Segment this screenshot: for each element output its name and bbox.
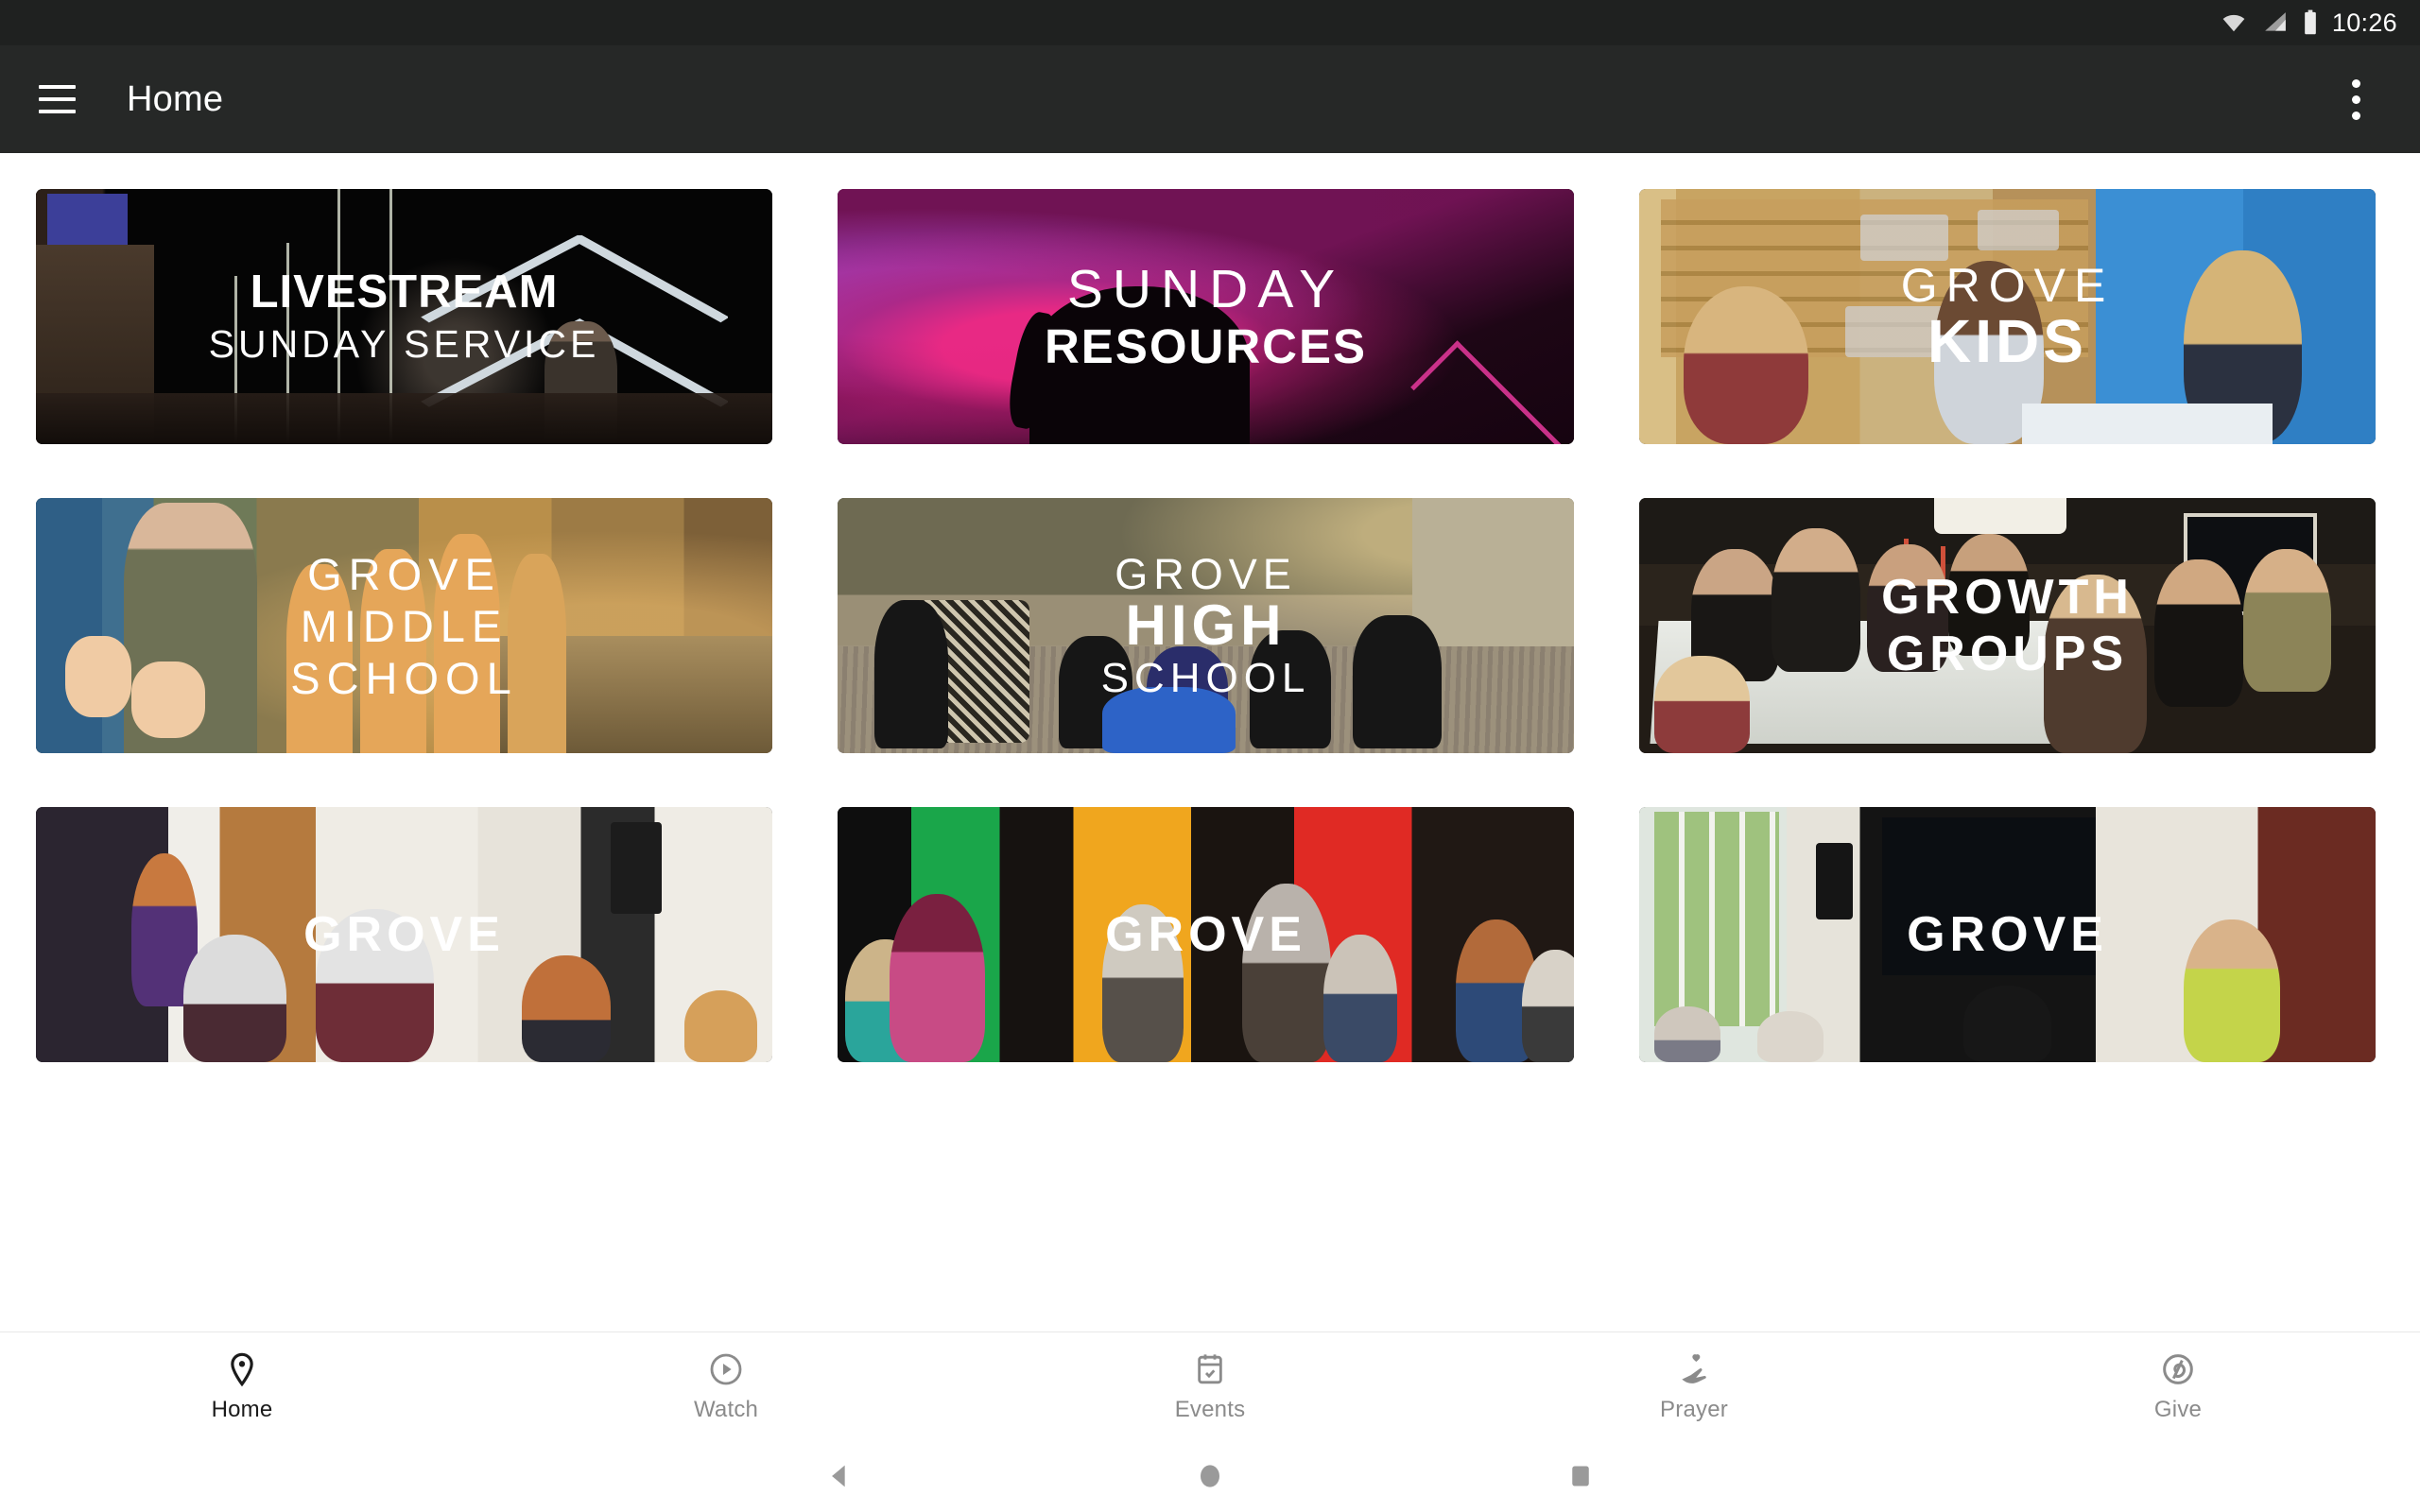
tile-caption-line-1: GROVE [307,548,501,599]
tile-caption: GROVE KIDS [1639,189,2376,444]
bottom-nav-item-events[interactable]: Events [1125,1350,1295,1423]
app-bar: Home [0,45,2420,153]
wifi-icon [2219,10,2249,35]
tile-livestream-sunday-service[interactable]: LIVESTREAM SUNDAY SERVICE [36,189,772,444]
tile-caption-line-1: LIVESTREAM [250,266,559,318]
tile-grove-kids[interactable]: GROVE KIDS [1639,189,2376,444]
praying-hands-heart-icon [1675,1350,1713,1388]
tile-grove-high-school[interactable]: GROVE HIGH SCHOOL [838,498,1574,753]
calendar-check-icon [1191,1350,1229,1388]
system-back-button[interactable] [806,1443,873,1509]
tile-caption-line-1: GROWTH [1881,570,2134,625]
battery-icon [2302,9,2319,36]
overflow-menu-icon[interactable] [2329,69,2382,129]
tile-grove-seniors-teaching[interactable]: GROVE [36,807,772,1062]
system-recents-button[interactable] [1547,1443,1614,1509]
giving-hand-circle-icon [2159,1350,2197,1388]
tile-caption-line-1: GROVE [1900,259,2115,312]
tile-caption-line-2: MIDDLE [300,600,509,651]
tile-grove-middle-school[interactable]: GROVE MIDDLE SCHOOL [36,498,772,753]
bottom-nav-item-give[interactable]: Give [2093,1350,2263,1423]
bottom-nav-label-events: Events [1174,1396,1246,1422]
tile-grove-seniors-class[interactable]: GROVE [1639,807,2376,1062]
bottom-nav-item-watch[interactable]: Watch [641,1350,811,1423]
tile-caption: GROVE MIDDLE SCHOOL [36,498,772,753]
tile-caption: GROVE [1639,807,2376,1062]
home-content: LIVESTREAM SUNDAY SERVICE SUNDAY RESOURC… [0,153,2420,1512]
bottom-nav-label-give: Give [2153,1396,2203,1422]
tile-caption: GROVE HIGH SCHOOL [838,498,1574,753]
bottom-nav-label-prayer: Prayer [1660,1396,1728,1422]
status-bar-time: 10:26 [2331,8,2397,37]
tile-caption-line-3: SCHOOL [290,652,518,703]
cellular-signal-icon [2262,10,2289,35]
system-home-button[interactable] [1177,1443,1243,1509]
tile-sunday-resources[interactable]: SUNDAY RESOURCES [838,189,1574,444]
bottom-nav-label-watch: Watch [693,1396,759,1422]
tile-caption: GROVE [36,807,772,1062]
tile-caption-line-1: GROVE [1907,907,2108,962]
play-circle-icon [707,1350,745,1388]
tile-caption-line-2: RESOURCES [1044,319,1368,373]
bottom-nav-item-home[interactable]: Home [157,1350,327,1423]
tile-growth-groups[interactable]: GROWTH GROUPS [1639,498,2376,753]
tile-caption: GROVE [838,807,1574,1062]
tile-grove-seniors-fellowship[interactable]: GROVE [838,807,1574,1062]
tile-caption-line-2: HIGH [1125,593,1287,657]
tile-caption-line-1: GROVE [1105,907,1306,962]
tile-caption: GROWTH GROUPS [1639,498,2376,753]
hamburger-menu-icon[interactable] [26,69,87,129]
page-title: Home [127,78,224,119]
tile-caption-line-2: SUNDAY SERVICE [208,322,600,366]
location-pin-icon [223,1350,261,1388]
bottom-nav-item-prayer[interactable]: Prayer [1609,1350,1779,1423]
tile-caption-line-2: GROUPS [1886,627,2129,681]
tile-caption-line-1: GROVE [1115,549,1297,598]
tile-caption: LIVESTREAM SUNDAY SERVICE [36,189,772,444]
tile-caption: SUNDAY RESOURCES [838,189,1574,444]
tile-grid: LIVESTREAM SUNDAY SERVICE SUNDAY RESOURC… [0,153,2420,1062]
tile-caption-line-2: KIDS [1927,307,2087,375]
bottom-nav-label-home: Home [211,1396,273,1422]
status-bar: 10:26 [0,0,2420,45]
tile-caption-line-1: SUNDAY [1066,259,1345,319]
system-navigation-bar [0,1440,2420,1512]
bottom-navigation-bar: Home Watch Events Prayer Give [0,1332,2420,1440]
tile-caption-line-3: SCHOOL [1100,654,1311,701]
tile-caption-line-1: GROVE [303,907,505,962]
